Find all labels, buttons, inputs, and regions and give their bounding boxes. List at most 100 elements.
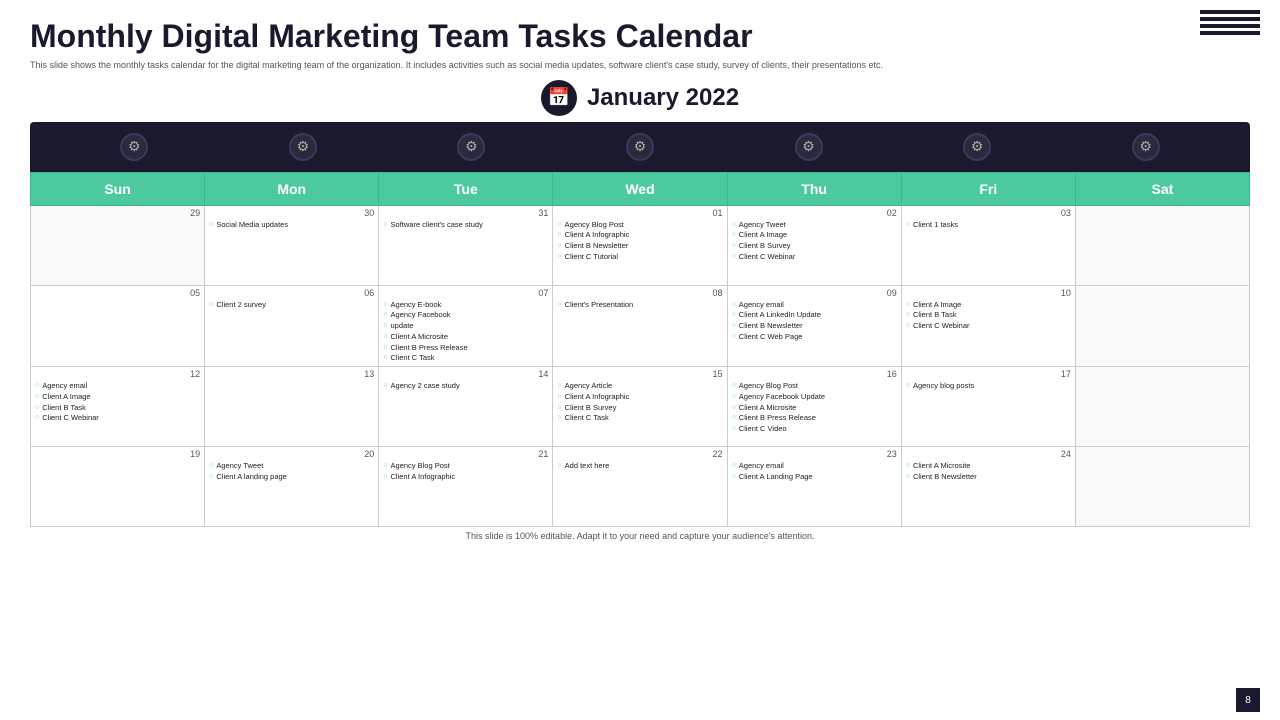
w3-mon: 13 bbox=[205, 367, 379, 447]
task-item: Agency E-book bbox=[383, 300, 548, 310]
task-item: Client A Microsite bbox=[732, 403, 897, 413]
task-item: Agency Tweet bbox=[732, 220, 897, 230]
page-title: Monthly Digital Marketing Team Tasks Cal… bbox=[30, 18, 1250, 55]
w3-fri-tasks: Agency blog posts bbox=[906, 381, 1071, 391]
w4-thu-tasks: Agency email Client A Landing Page bbox=[732, 461, 897, 482]
w1-sat bbox=[1075, 205, 1249, 285]
w3-sun-num: 12 bbox=[190, 369, 200, 379]
w2-tue: 07 Agency E-book Agency Facebook update … bbox=[379, 285, 553, 367]
task-item: Client A Microsite bbox=[906, 461, 1071, 471]
task-item: Client C Webinar bbox=[732, 252, 897, 262]
w1-thu-num: 02 bbox=[887, 208, 897, 218]
w4-tue-num: 21 bbox=[538, 449, 548, 459]
header-fri: Fri bbox=[901, 172, 1075, 205]
week2-row: 05 06 Client 2 survey 07 Agency E-book A… bbox=[31, 285, 1250, 367]
w3-mon-num: 13 bbox=[364, 369, 374, 379]
task-item: Client 2 survey bbox=[209, 300, 374, 310]
w2-tue-num: 07 bbox=[538, 288, 548, 298]
w2-thu-tasks: Agency email Client A LinkedIn Update Cl… bbox=[732, 300, 897, 342]
w1-thu: 02 Agency Tweet Client A Image Client B … bbox=[727, 205, 901, 285]
task-item: Client 1 tasks bbox=[906, 220, 1071, 230]
header-thu: Thu bbox=[727, 172, 901, 205]
w4-sat bbox=[1075, 447, 1249, 527]
w2-tue-tasks: Agency E-book Agency Facebook update Cli… bbox=[383, 300, 548, 364]
task-item: Client B Newsletter bbox=[906, 472, 1071, 482]
task-item: Client B Press Release bbox=[732, 413, 897, 423]
w3-thu-tasks: Agency Blog Post Agency Facebook Update … bbox=[732, 381, 897, 434]
task-item: Client C Video bbox=[732, 424, 897, 434]
w2-fri-tasks: Client A Image Client B Task Client C We… bbox=[906, 300, 1071, 331]
w3-fri-num: 17 bbox=[1061, 369, 1071, 379]
task-item: Client C Task bbox=[557, 413, 722, 423]
task-item: Client A Image bbox=[906, 300, 1071, 310]
task-item: Agency Article bbox=[557, 381, 722, 391]
w2-wed-tasks: Client's Presentation bbox=[557, 300, 722, 310]
task-item: Client C Webinar bbox=[906, 321, 1071, 331]
header-row: Sun Mon Tue Wed Thu Fri Sat bbox=[31, 172, 1250, 205]
task-item: Agency Tweet bbox=[209, 461, 374, 471]
subtitle: This slide shows the monthly tasks calen… bbox=[30, 59, 1250, 72]
w3-sat bbox=[1075, 367, 1249, 447]
w1-tue-num: 31 bbox=[538, 208, 548, 218]
w3-thu: 16 Agency Blog Post Agency Facebook Upda… bbox=[727, 367, 901, 447]
task-item: update bbox=[383, 321, 548, 331]
w1-fri-tasks: Client 1 tasks bbox=[906, 220, 1071, 230]
header-tue: Tue bbox=[379, 172, 553, 205]
w2-mon-tasks: Client 2 survey bbox=[209, 300, 374, 310]
w1-sun-num: 29 bbox=[190, 208, 200, 218]
task-item: Client C Webinar bbox=[35, 413, 200, 423]
task-item: Agency 2 case study bbox=[383, 381, 548, 391]
footer-text: This slide is 100% editable. Adapt it to… bbox=[30, 531, 1250, 541]
w3-sun-tasks: Agency email Client A Image Client B Tas… bbox=[35, 381, 200, 423]
calendar-table: Sun Mon Tue Wed Thu Fri Sat 29 30 Social… bbox=[30, 172, 1250, 528]
w1-thu-tasks: Agency Tweet Client A Image Client B Sur… bbox=[732, 220, 897, 262]
gear-7: ⚙ bbox=[1132, 133, 1160, 161]
w4-thu-num: 23 bbox=[887, 449, 897, 459]
w1-wed-tasks: Agency Blog Post Client A Infographic Cl… bbox=[557, 220, 722, 262]
decoration-bars bbox=[1200, 10, 1260, 35]
gear-2: ⚙ bbox=[289, 133, 317, 161]
task-item: Agency Blog Post bbox=[732, 381, 897, 391]
task-item: Client A LinkedIn Update bbox=[732, 310, 897, 320]
gear-3: ⚙ bbox=[457, 133, 485, 161]
w1-sun: 29 bbox=[31, 205, 205, 285]
gear-4: ⚙ bbox=[626, 133, 654, 161]
task-item: Social Media updates bbox=[209, 220, 374, 230]
gear-6: ⚙ bbox=[963, 133, 991, 161]
w3-wed: 15 Agency Article Client A Infographic C… bbox=[553, 367, 727, 447]
task-item: Client C Tutorial bbox=[557, 252, 722, 262]
w4-mon: 20 Agency Tweet Client A landing page bbox=[205, 447, 379, 527]
w1-fri-num: 03 bbox=[1061, 208, 1071, 218]
w4-sun: 19 bbox=[31, 447, 205, 527]
task-item: Client B Survey bbox=[557, 403, 722, 413]
task-item: Client A Microsite bbox=[383, 332, 548, 342]
w4-mon-num: 20 bbox=[364, 449, 374, 459]
task-item: Agency Facebook bbox=[383, 310, 548, 320]
w1-tue-tasks: Software client's case study bbox=[383, 220, 548, 230]
bar-1 bbox=[1200, 10, 1260, 14]
task-item: Client A Infographic bbox=[557, 392, 722, 402]
task-item: Client A Landing Page bbox=[732, 472, 897, 482]
task-item: Software client's case study bbox=[383, 220, 548, 230]
w2-fri-num: 10 bbox=[1061, 288, 1071, 298]
week1-row: 29 30 Social Media updates 31 Software c… bbox=[31, 205, 1250, 285]
task-item: Client B Survey bbox=[732, 241, 897, 251]
task-item: Agency Blog Post bbox=[383, 461, 548, 471]
w4-tue-tasks: Agency Blog Post Client A Infographic bbox=[383, 461, 548, 482]
task-item: Agency blog posts bbox=[906, 381, 1071, 391]
w2-wed-num: 08 bbox=[713, 288, 723, 298]
w3-wed-num: 15 bbox=[713, 369, 723, 379]
task-item: Client A Infographic bbox=[557, 230, 722, 240]
w4-wed-num: 22 bbox=[713, 449, 723, 459]
w2-mon: 06 Client 2 survey bbox=[205, 285, 379, 367]
w2-sun-num: 05 bbox=[190, 288, 200, 298]
w2-wed: 08 Client's Presentation bbox=[553, 285, 727, 367]
task-item: Client A Image bbox=[35, 392, 200, 402]
task-item: Client B Task bbox=[35, 403, 200, 413]
w4-sun-num: 19 bbox=[190, 449, 200, 459]
w3-tue: 14 Agency 2 case study bbox=[379, 367, 553, 447]
w1-tue: 31 Software client's case study bbox=[379, 205, 553, 285]
gear-bar: ⚙ ⚙ ⚙ ⚙ ⚙ ⚙ ⚙ bbox=[30, 122, 1250, 172]
task-item: Client B Press Release bbox=[383, 343, 548, 353]
calendar-header: 📅 January 2022 bbox=[30, 80, 1250, 116]
